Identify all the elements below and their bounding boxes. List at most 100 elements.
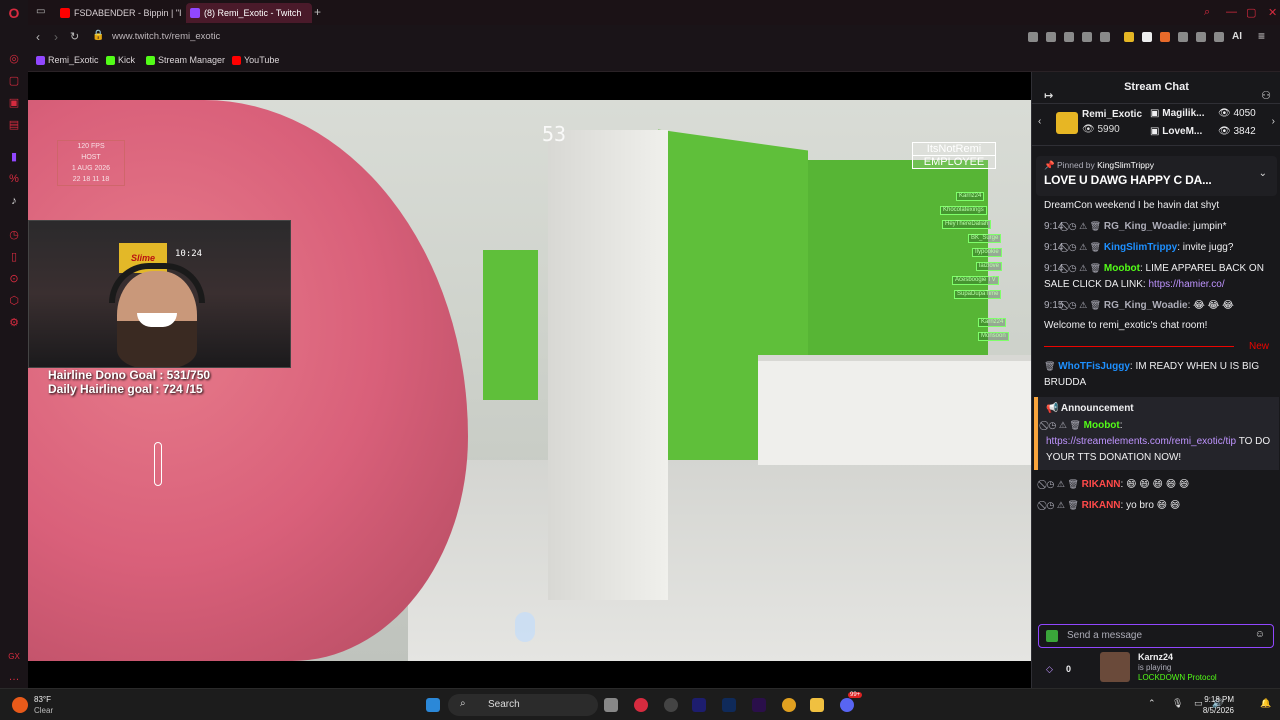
obs-icon[interactable] (664, 698, 678, 712)
clock[interactable]: 9:18 PM 8/5/2026 (1203, 694, 1234, 716)
player-tag: BK_Surge (968, 234, 1002, 243)
viewer-avatar[interactable] (1100, 652, 1130, 682)
search-tabs-icon[interactable]: ⌕ (1204, 6, 1210, 19)
url-field[interactable]: www.twitch.tv/remi_exotic (112, 31, 220, 42)
extension-icon[interactable] (1064, 32, 1074, 42)
sidebar-more-icon[interactable]: … (7, 670, 21, 684)
taskbar-search[interactable]: ⌕ Search (448, 694, 598, 716)
sidebar-tv-icon[interactable]: ▤ (7, 118, 21, 132)
download-icon[interactable] (1214, 32, 1224, 42)
extension-icon[interactable] (1178, 32, 1188, 42)
close-button[interactable]: ✕ (1268, 6, 1277, 19)
leaderboard-next-icon[interactable]: › (1272, 116, 1275, 127)
sidebar-extensions-icon[interactable]: ⬡ (7, 294, 21, 308)
microphone-tray-icon[interactable]: 🎙 (1172, 698, 1183, 709)
extension-icon[interactable] (1160, 32, 1170, 42)
mod-icons[interactable]: ⃠ ◷ ⚠ 🗑 (1066, 221, 1101, 231)
chat-input[interactable]: Send a message ☺ (1038, 624, 1274, 648)
sidebar-aria-icon[interactable]: ◎ (7, 52, 21, 66)
tab-menu-icon[interactable]: ▭ (36, 6, 45, 17)
start-icon[interactable] (426, 698, 440, 712)
viewer-name[interactable]: Karnz24 (1138, 652, 1173, 662)
bookmark-stream-manager[interactable]: Stream Manager (146, 55, 225, 65)
sidebar-gx-icon[interactable]: ▣ (7, 96, 21, 110)
sidebar-history-icon[interactable]: ◷ (7, 228, 21, 242)
bookmarks-bar: Remi_Exotic Kick Stream Manager YouTube (28, 50, 1280, 72)
announcement-header: 📢 Announcement (1046, 403, 1134, 414)
chat-message: 9:14 ⃠ ◷ ⚠ 🗑 Moobot: LIME APPAREL BACK O… (1044, 263, 1264, 290)
weather-icon[interactable] (12, 697, 28, 713)
notifications-icon[interactable]: 🔔 (1260, 698, 1271, 709)
extension-icon[interactable] (1028, 32, 1038, 42)
counter (758, 355, 1031, 465)
emote-icon[interactable]: ☺ (1255, 629, 1265, 640)
sidebar-bookmark-icon[interactable]: ▯ (7, 250, 21, 264)
sidebar-gx-corner-icon[interactable]: GX (7, 650, 21, 664)
video-player[interactable]: 53 120 FPS HOST 1 AUG 2026 22 18 11 18 I… (28, 72, 1031, 688)
back-icon[interactable]: ‹ (36, 30, 40, 44)
premiere-icon[interactable] (752, 698, 766, 712)
points-icon[interactable]: ◇ (1046, 664, 1053, 675)
file-explorer-icon[interactable] (810, 698, 824, 712)
notification-badge: 99+ (848, 692, 863, 698)
leader-third-name: ▣ LoveM... (1150, 126, 1203, 137)
network-icon[interactable]: ▭ (1194, 698, 1203, 709)
bookmark-remi-exotic[interactable]: Remi_Exotic (36, 55, 99, 65)
extension-icon[interactable] (1100, 32, 1110, 42)
minimize-button[interactable]: — (1226, 6, 1237, 18)
mod-icons[interactable]: ⃠ ◷ ⚠ 🗑 (1066, 263, 1101, 273)
discord-icon[interactable] (840, 698, 854, 712)
player-tag: Karnz24 (978, 318, 1007, 327)
expand-pinned-icon[interactable]: ⌄ (1259, 168, 1267, 179)
sidebar-download-icon[interactable]: ⊙ (7, 272, 21, 286)
reload-icon[interactable]: ↻ (70, 30, 79, 43)
sidebar-twitch-icon[interactable]: ▮ (7, 150, 21, 164)
extension-icon[interactable] (1124, 32, 1134, 42)
extension-icon[interactable] (1082, 32, 1092, 42)
maximize-button[interactable]: ▢ (1246, 6, 1256, 19)
sidebar-tiktok-icon[interactable]: ♪ (7, 194, 21, 208)
mod-icons[interactable]: ⃠ ◷ ⚠ 🗑 (1066, 242, 1101, 252)
mod-icons[interactable]: ⃠ ◷ ⚠ 🗑 (1066, 300, 1101, 310)
extension-icon[interactable] (1196, 32, 1206, 42)
mod-icons[interactable]: ⃠ ◷ ⚠ 🗑 (1044, 479, 1079, 489)
forward-icon[interactable]: › (54, 30, 58, 44)
extension-icon[interactable] (1046, 32, 1056, 42)
chat-message: 9:15 ⃠ ◷ ⚠ 🗑 RG_King_Woadie: 😂 😂 😂 (1044, 300, 1234, 311)
opera-gx-taskbar-icon[interactable] (634, 698, 648, 712)
mod-icons[interactable]: ⃠ ◷ ⚠ 🗑 (1044, 500, 1079, 510)
chat-footer: ◇ 0 Karnz24 is playing LOCKDOWN Protocol (1032, 650, 1280, 688)
tab-remi-exotic[interactable]: (8) Remi_Exotic - Twitch (186, 3, 312, 23)
task-view-icon[interactable] (604, 698, 618, 712)
webcam-overlay: Slime 10:24 (28, 220, 291, 368)
sidebar-shop-icon[interactable]: ▢ (7, 74, 21, 88)
lock-icon: 🔒 (92, 30, 105, 41)
mod-icons[interactable]: ⃠ ◷ ⚠ 🗑 (1046, 420, 1081, 430)
name-badge: ItsNotRemi EMPLOYEE (912, 142, 996, 169)
pinned-message[interactable]: 📌 Pinned by KingSlimTrippy LOVE U DAWG H… (1036, 156, 1277, 196)
chrome-icon[interactable] (782, 698, 796, 712)
mod-icons[interactable]: 🗑 (1044, 361, 1055, 371)
stream-chat: ↦ Stream Chat ⚇ ‹ Remi_Exotic 👁 5990 ▣ M… (1031, 72, 1280, 688)
sidebar-settings-icon[interactable]: ⚙ (7, 316, 21, 330)
floor (408, 460, 1031, 661)
opera-logo-icon[interactable]: O (7, 6, 21, 20)
new-tab-button[interactable]: + (314, 5, 321, 19)
message-link[interactable]: https://hamier.co/ (1149, 279, 1225, 290)
sidebar-discord-icon[interactable]: % (7, 172, 21, 186)
weather-widget[interactable]: 83°F Clear (34, 694, 53, 716)
after-effects-icon[interactable] (692, 698, 706, 712)
tab-fsdabender[interactable]: FSDABENDER - Bippin | "In (56, 3, 182, 23)
leaderboard-prev-icon[interactable]: ‹ (1038, 116, 1041, 127)
chat-title: Stream Chat (1124, 81, 1189, 93)
bookmark-kick[interactable]: Kick (106, 55, 135, 65)
bookmark-youtube[interactable]: YouTube (232, 55, 279, 65)
extension-icon[interactable] (1142, 32, 1152, 42)
menu-icon[interactable]: ≡ (1258, 29, 1265, 43)
photoshop-icon[interactable] (722, 698, 736, 712)
viewer-status: is playing (1138, 663, 1172, 672)
viewer-game[interactable]: LOCKDOWN Protocol (1138, 673, 1217, 682)
announcement-link[interactable]: https://streamelements.com/remi_exotic/t… (1046, 436, 1236, 447)
ai-button[interactable]: AI (1232, 31, 1242, 42)
tray-overflow-icon[interactable]: ⌃ (1148, 698, 1156, 709)
